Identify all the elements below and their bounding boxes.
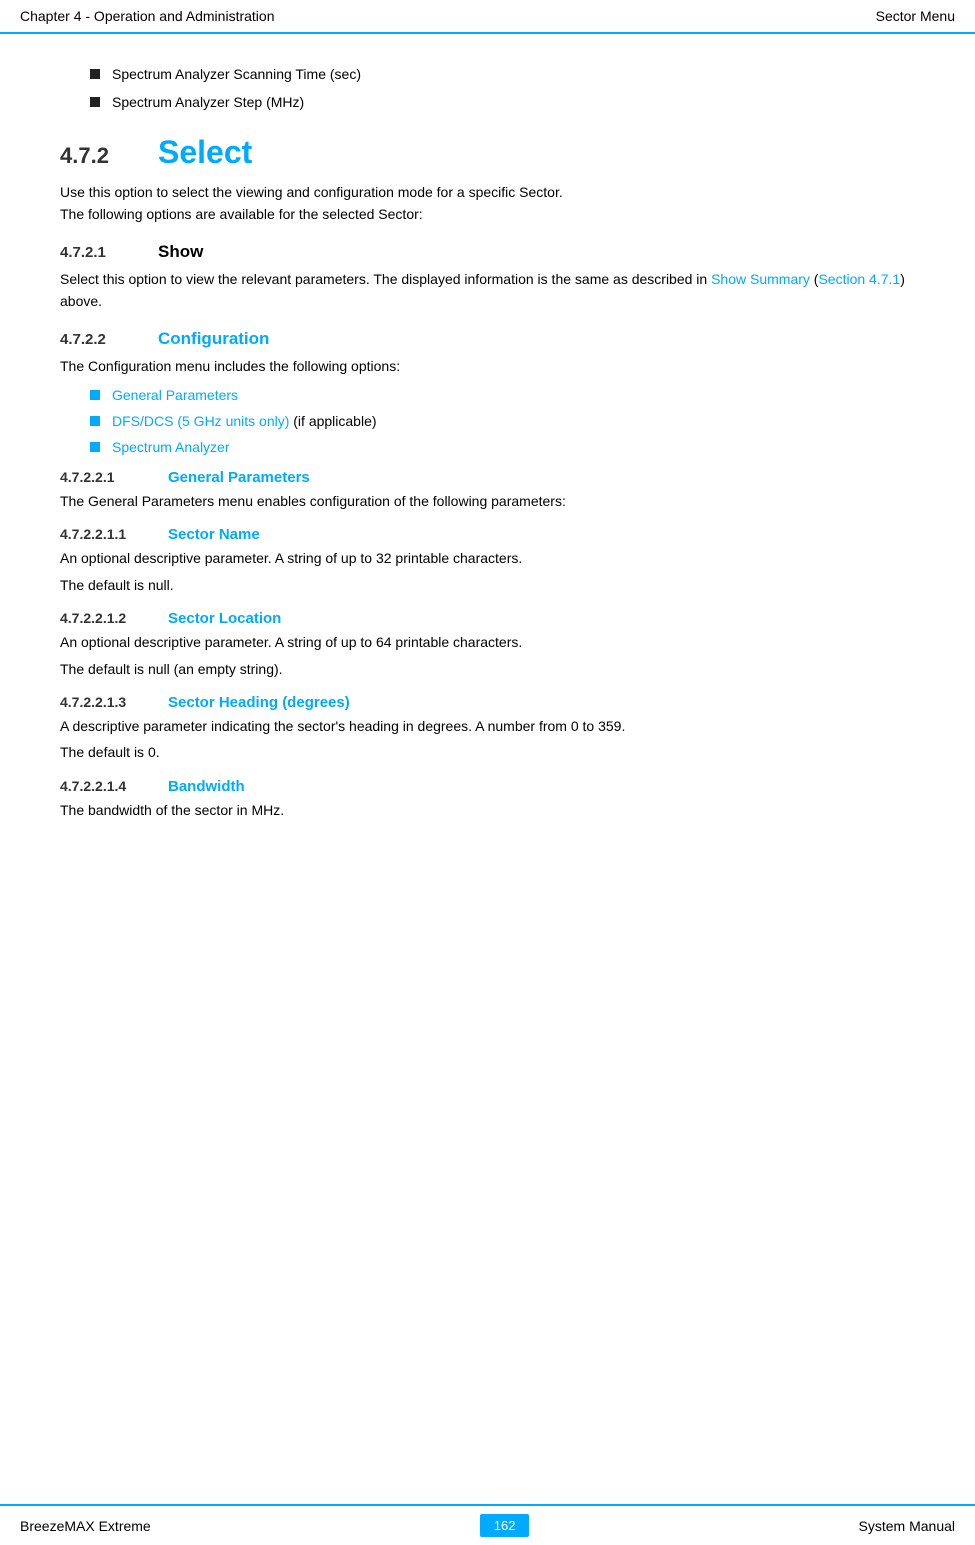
section-472212: 4.7.2.2.1.2 Sector Location An optional … bbox=[60, 610, 915, 680]
section-4722-desc: The Configuration menu includes the foll… bbox=[60, 355, 915, 377]
show-summary-link[interactable]: Show Summary bbox=[711, 271, 810, 287]
header-left: Chapter 4 - Operation and Administration bbox=[20, 8, 274, 24]
section-472213: 4.7.2.2.1.3 Sector Heading (degrees) A d… bbox=[60, 694, 915, 764]
section-4721-title: Show bbox=[158, 242, 203, 262]
page-footer: BreezeMAX Extreme 162 System Manual bbox=[0, 1504, 975, 1545]
bullet-label: DFS/DCS (5 GHz units only) (if applicabl… bbox=[112, 413, 377, 429]
bullet-icon bbox=[90, 390, 100, 400]
section-472213-desc1: A descriptive parameter indicating the s… bbox=[60, 715, 915, 737]
section-47221-desc: The General Parameters menu enables conf… bbox=[60, 490, 915, 512]
section-4722-num: 4.7.2.2 bbox=[60, 331, 140, 348]
header-right: Sector Menu bbox=[876, 8, 955, 24]
section-4722-header: 4.7.2.2 Configuration bbox=[60, 329, 915, 349]
page-content: Spectrum Analyzer Scanning Time (sec) Sp… bbox=[0, 34, 975, 885]
bullet-scanning-time: Spectrum Analyzer Scanning Time (sec) bbox=[90, 66, 915, 82]
section-47221-title: General Parameters bbox=[168, 469, 310, 486]
section-472211-num: 4.7.2.2.1.1 bbox=[60, 526, 150, 542]
section-472-title-row: 4.7.2 Select bbox=[60, 134, 915, 171]
bullet-text: Spectrum Analyzer Scanning Time (sec) bbox=[112, 66, 361, 82]
section-4721-header: 4.7.2.1 Show bbox=[60, 242, 915, 262]
bullet-icon bbox=[90, 442, 100, 452]
bullet-step-mhz: Spectrum Analyzer Step (MHz) bbox=[90, 94, 915, 110]
section-472211-desc2: The default is null. bbox=[60, 574, 915, 596]
section-472211-desc1: An optional descriptive parameter. A str… bbox=[60, 547, 915, 569]
section-472212-desc2: The default is null (an empty string). bbox=[60, 658, 915, 680]
config-bullet-dfs: DFS/DCS (5 GHz units only) (if applicabl… bbox=[90, 413, 915, 429]
section-472211: 4.7.2.2.1.1 Sector Name An optional desc… bbox=[60, 526, 915, 596]
section-472211-title: Sector Name bbox=[168, 526, 260, 543]
section-472212-title: Sector Location bbox=[168, 610, 281, 627]
section-472211-header: 4.7.2.2.1.1 Sector Name bbox=[60, 526, 915, 543]
footer-page-number: 162 bbox=[480, 1514, 530, 1537]
section-472213-title: Sector Heading (degrees) bbox=[168, 694, 350, 711]
section-472214-num: 4.7.2.2.1.4 bbox=[60, 778, 150, 794]
section-472212-header: 4.7.2.2.1.2 Sector Location bbox=[60, 610, 915, 627]
section-472212-desc1: An optional descriptive parameter. A str… bbox=[60, 631, 915, 653]
footer-left: BreezeMAX Extreme bbox=[20, 1518, 151, 1534]
section-4721-desc: Select this option to view the relevant … bbox=[60, 268, 915, 313]
bullet-icon bbox=[90, 97, 100, 107]
bullet-label[interactable]: General Parameters bbox=[112, 387, 238, 403]
section-4722-title: Configuration bbox=[158, 329, 269, 349]
section-472-title: Select bbox=[158, 134, 252, 171]
section-472214-header: 4.7.2.2.1.4 Bandwidth bbox=[60, 778, 915, 795]
section-471-link[interactable]: Section 4.7.1 bbox=[818, 271, 900, 287]
section-47221-num: 4.7.2.2.1 bbox=[60, 469, 150, 485]
section-472212-num: 4.7.2.2.1.2 bbox=[60, 610, 150, 626]
bullet-label[interactable]: Spectrum Analyzer bbox=[112, 439, 230, 455]
footer-right: System Manual bbox=[859, 1518, 955, 1534]
section-472-num: 4.7.2 bbox=[60, 143, 140, 169]
config-bullet-spectrum: Spectrum Analyzer bbox=[90, 439, 915, 455]
section-4721: 4.7.2.1 Show Select this option to view … bbox=[60, 242, 915, 313]
bullet-icon bbox=[90, 416, 100, 426]
section-47221: 4.7.2.2.1 General Parameters The General… bbox=[60, 469, 915, 512]
section-4721-num: 4.7.2.1 bbox=[60, 244, 140, 261]
section-472214: 4.7.2.2.1.4 Bandwidth The bandwidth of t… bbox=[60, 778, 915, 821]
section-472213-num: 4.7.2.2.1.3 bbox=[60, 694, 150, 710]
section-472: 4.7.2 Select Use this option to select t… bbox=[60, 134, 915, 226]
section-472213-desc2: The default is 0. bbox=[60, 741, 915, 763]
section-4722: 4.7.2.2 Configuration The Configuration … bbox=[60, 329, 915, 455]
section-472214-desc1: The bandwidth of the sector in MHz. bbox=[60, 799, 915, 821]
section-472214-title: Bandwidth bbox=[168, 778, 245, 795]
config-bullet-general: General Parameters bbox=[90, 387, 915, 403]
section-472213-header: 4.7.2.2.1.3 Sector Heading (degrees) bbox=[60, 694, 915, 711]
section-47221-header: 4.7.2.2.1 General Parameters bbox=[60, 469, 915, 486]
bullet-text: Spectrum Analyzer Step (MHz) bbox=[112, 94, 304, 110]
dfs-link[interactable]: DFS/DCS (5 GHz units only) bbox=[112, 413, 289, 429]
bullet-icon bbox=[90, 69, 100, 79]
page-header: Chapter 4 - Operation and Administration… bbox=[0, 0, 975, 34]
section-472-desc: Use this option to select the viewing an… bbox=[60, 181, 915, 226]
